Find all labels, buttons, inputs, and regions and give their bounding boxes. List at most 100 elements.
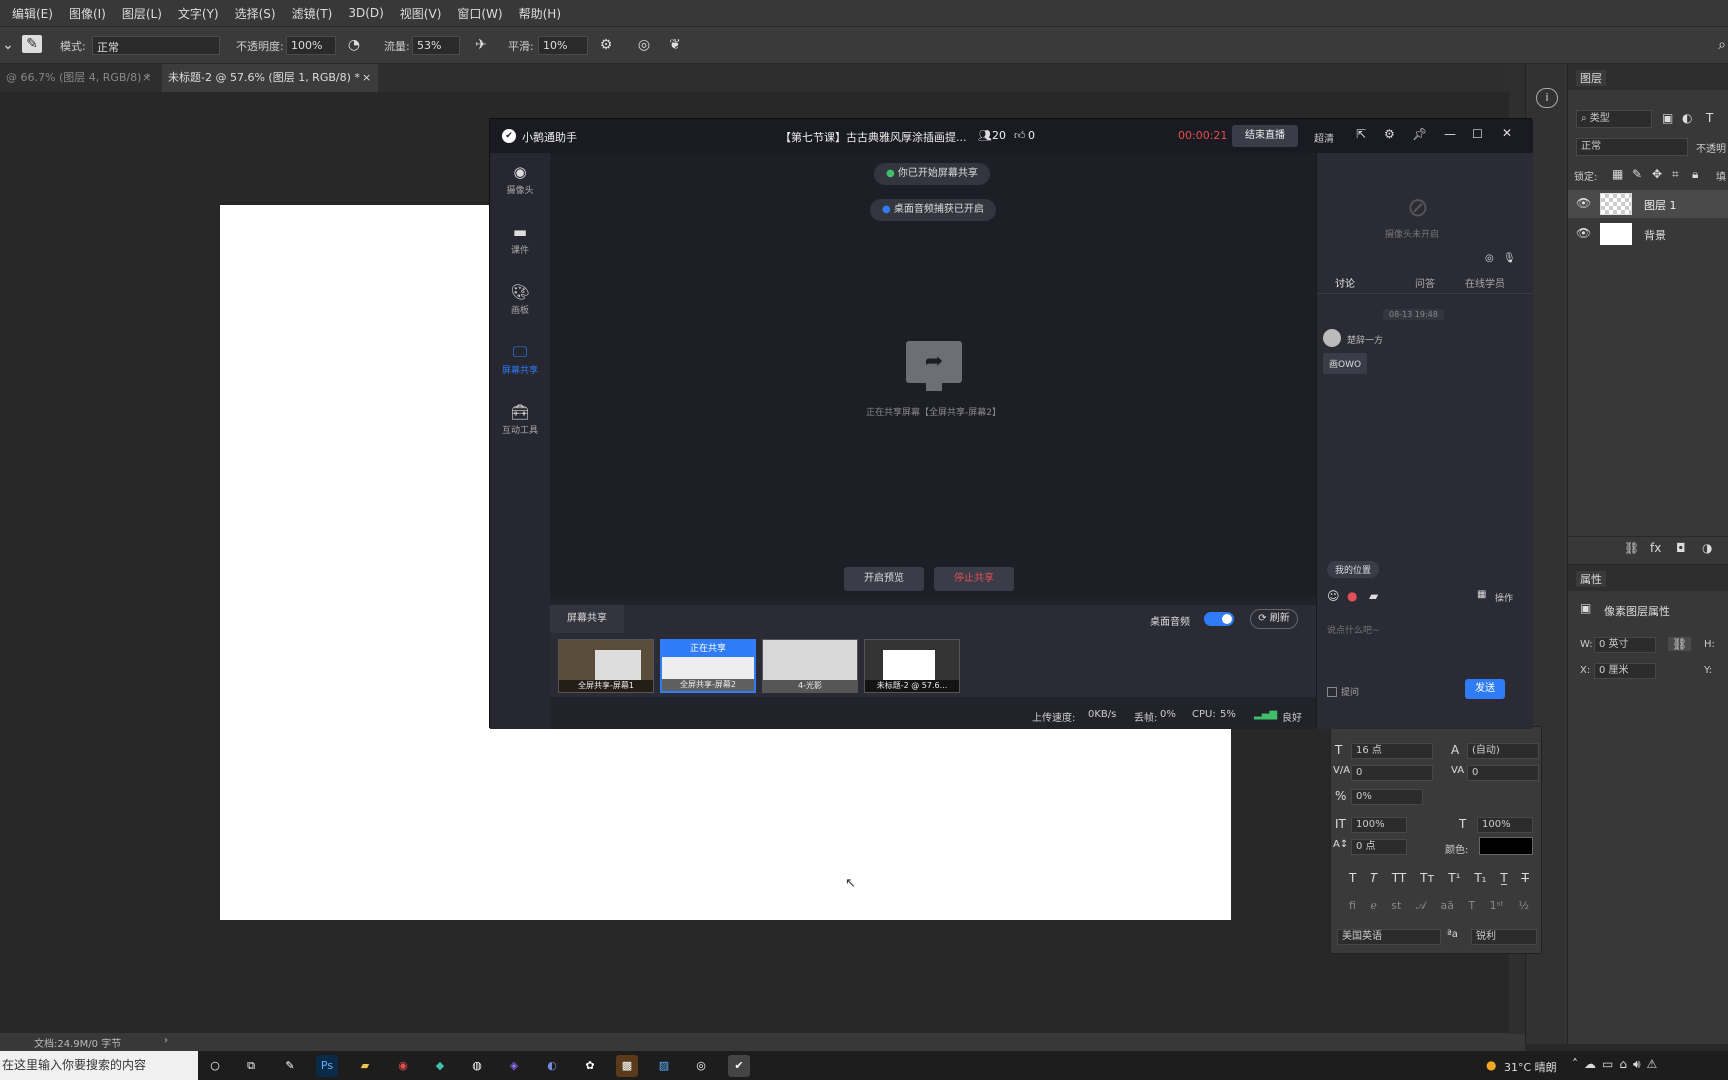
layer-row[interactable]: 👁︎ 背景 <box>1568 220 1728 248</box>
task-view-icon[interactable]: ⧉ <box>240 1055 262 1077</box>
emoji-icon[interactable]: ☺ <box>1327 589 1340 603</box>
menu-help[interactable]: 帮助(H) <box>511 5 569 22</box>
folder-icon[interactable]: ▰ <box>1369 589 1378 603</box>
menu-image[interactable]: 图像(I) <box>61 5 114 22</box>
fx-icon[interactable]: fx <box>1650 541 1661 555</box>
tray-icons[interactable]: ˄☁▭⌂🔊︎⚠ <box>1572 1057 1663 1072</box>
menu-layer[interactable]: 图层(L) <box>114 5 170 22</box>
leading-field[interactable]: (自动) <box>1467 743 1539 759</box>
chat-username[interactable]: 楚辞一方 <box>1347 333 1383 346</box>
pressure-opacity-icon[interactable]: ◔ <box>344 36 364 54</box>
maximize-icon[interactable]: ☐ <box>1472 127 1483 141</box>
mask-icon[interactable]: ◘ <box>1676 541 1686 555</box>
chat-input[interactable]: 说点什么吧~ <box>1327 623 1380 636</box>
tab-qa[interactable]: 问答 <box>1415 275 1435 290</box>
close-icon[interactable]: × <box>362 64 371 92</box>
faux-bold-icon[interactable]: T <box>1349 871 1356 886</box>
quality-select[interactable]: 超清 <box>1314 130 1334 145</box>
pixel-filter-icon[interactable]: ▣ <box>1662 111 1673 125</box>
titling-icon[interactable]: T <box>1468 899 1475 913</box>
strikethrough-icon[interactable]: T̶ <box>1522 871 1529 886</box>
gift-icon[interactable]: ● <box>1347 589 1357 603</box>
underline-icon[interactable]: T̲ <box>1500 871 1507 886</box>
panel-title[interactable]: 图层 <box>1576 70 1606 86</box>
open-preview-button[interactable]: 开启预览 <box>844 567 924 591</box>
oldstyle-icon[interactable]: st <box>1391 899 1401 913</box>
desktop-audio-toggle[interactable] <box>1204 612 1234 626</box>
minimize-icon[interactable]: — <box>1444 127 1456 141</box>
chevron-right-icon[interactable]: › <box>164 1035 168 1046</box>
end-live-button[interactable]: 结束直播 <box>1232 125 1298 147</box>
app-icon[interactable]: ✿ <box>579 1055 601 1077</box>
ordinal-icon[interactable]: 1ˢᵗ <box>1490 899 1504 913</box>
menu-3d[interactable]: 3D(D) <box>340 6 391 20</box>
x-field[interactable]: 0 厘米 <box>1594 663 1656 679</box>
discord-icon[interactable]: ◐ <box>541 1055 563 1077</box>
color-swatch[interactable] <box>1479 837 1533 855</box>
panel-title[interactable]: 属性 <box>1576 571 1606 587</box>
swash-icon[interactable]: 𝒜 <box>1416 899 1426 913</box>
tab-document-1[interactable]: @ 66.7% (图层 4, RGB/8) * × <box>0 64 160 92</box>
tab-students[interactable]: 在线学员 <box>1465 275 1505 290</box>
airbrush-icon[interactable]: ✈ <box>470 36 492 54</box>
ligature-icon[interactable]: fi <box>1349 899 1356 913</box>
settings-icon[interactable]: ⚙ <box>1384 127 1395 141</box>
pin-icon[interactable]: 📌︎ <box>1412 127 1427 141</box>
link-icon[interactable]: ⛓ <box>1624 541 1639 555</box>
tracking-field[interactable]: 0 <box>1467 765 1539 781</box>
nav-drawing-board[interactable]: 🎨︎ 画板 <box>490 273 550 329</box>
brush-preset-icon[interactable]: ✎ <box>22 35 42 53</box>
pressure-size-icon[interactable]: ◎ <box>634 36 654 54</box>
grid-icon[interactable]: ▦ <box>1477 589 1486 600</box>
adjust-filter-icon[interactable]: ◐ <box>1682 111 1692 125</box>
menu-window[interactable]: 窗口(W) <box>449 5 510 22</box>
app-icon[interactable]: ◍ <box>466 1055 488 1077</box>
eye-icon[interactable]: 👁︎ <box>1576 226 1591 240</box>
lock-icon[interactable]: 🔒︎ <box>1692 167 1698 182</box>
link-icon[interactable]: ⛓ <box>1668 637 1692 651</box>
language-select[interactable]: 美国英语 <box>1337 929 1441 945</box>
menu-view[interactable]: 视图(V) <box>392 5 450 22</box>
faux-italic-icon[interactable]: 𝑇 <box>1370 871 1378 886</box>
weather-text[interactable]: 31°C 晴朗 <box>1504 1059 1557 1075</box>
info-icon[interactable]: i <box>1536 88 1558 108</box>
ask-checkbox[interactable] <box>1327 687 1337 697</box>
menu-select[interactable]: 选择(S) <box>227 5 284 22</box>
photos-icon[interactable]: ▨ <box>653 1055 675 1077</box>
app-icon[interactable]: ◆ <box>429 1055 451 1077</box>
layer-name[interactable]: 背景 <box>1644 227 1666 243</box>
search-icon[interactable]: ⌕ <box>1716 36 1728 54</box>
fraction-icon[interactable]: ½ <box>1518 899 1529 913</box>
artboard-icon[interactable]: ⌗ <box>1672 167 1679 182</box>
menu-type[interactable]: 文字(Y) <box>170 5 227 22</box>
opacity-field[interactable]: 100% <box>286 36 336 55</box>
layer-row[interactable]: 👁︎ 图层 1 <box>1568 190 1728 218</box>
alt-ligature-icon[interactable]: ℯ <box>1370 899 1377 913</box>
smooth-field[interactable]: 10% <box>538 36 588 55</box>
tab-discussion[interactable]: 讨论 <box>1335 275 1355 290</box>
app-icon[interactable]: ◈ <box>503 1055 525 1077</box>
share-source-thumb[interactable]: 4-光影 <box>762 639 858 693</box>
nav-interactive-tools[interactable]: 🧰︎ 互动工具 <box>490 393 550 449</box>
chevron-down-icon[interactable]: ⌄ <box>2 36 14 54</box>
earphone-icon[interactable]: ◎ <box>1485 253 1494 264</box>
share-source-thumb-active[interactable]: 正在共享 全屏共享-屏幕2 <box>660 639 756 693</box>
type-filter-icon[interactable]: T <box>1706 111 1713 125</box>
baseline-field[interactable]: 0 点 <box>1351 839 1407 855</box>
stylistic-icon[interactable]: aā <box>1441 899 1454 913</box>
butterfly-icon[interactable]: ❦ <box>664 36 686 54</box>
antialias-select[interactable]: 锐利 <box>1471 929 1537 945</box>
kerning-field[interactable]: 0 <box>1351 765 1433 781</box>
close-icon[interactable]: ✕ <box>1502 126 1512 140</box>
menu-edit[interactable]: 编辑(E) <box>4 5 61 22</box>
tab-document-2[interactable]: 未标题-2 @ 57.6% (图层 1, RGB/8) * × <box>162 64 378 92</box>
all-caps-icon[interactable]: TT <box>1392 871 1406 886</box>
gear-icon[interactable]: ⚙ <box>596 36 616 54</box>
lock-transparency-icon[interactable]: ▦ <box>1612 167 1623 181</box>
refresh-button[interactable]: ⟳ 刷新 <box>1250 609 1298 629</box>
taskbar-search[interactable]: 在这里输入你要搜索的内容 <box>0 1051 198 1080</box>
subscript-icon[interactable]: T₁ <box>1474 871 1486 886</box>
photoshop-icon[interactable]: Ps <box>316 1055 338 1077</box>
adjustment-icon[interactable]: ◑ <box>1702 541 1712 555</box>
live-assistant-taskbar-icon[interactable]: ✔ <box>728 1055 750 1077</box>
